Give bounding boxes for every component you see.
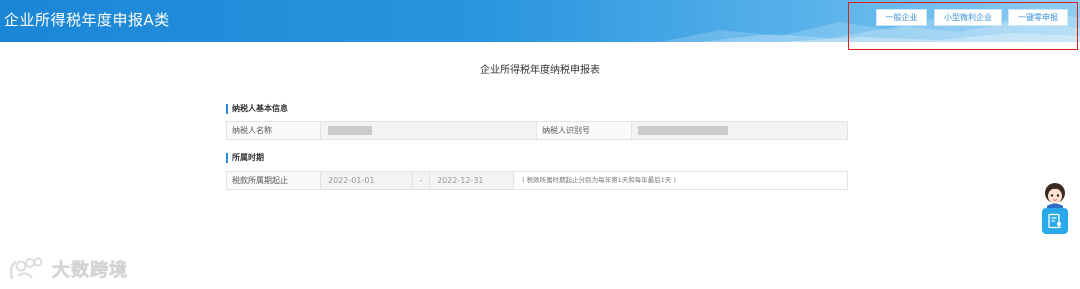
taxpayer-name-label: 纳税人名称 (227, 122, 321, 139)
taxpayer-id-label: 纳税人识别号 (537, 122, 632, 139)
date-range-separator: - (413, 172, 430, 189)
taxpayer-name-redaction (328, 126, 372, 135)
assistant-avatar-icon[interactable] (1041, 180, 1069, 208)
tax-period-hint: ( 税款所属时期起止分别为每年第1天和每年最后1天 ) (522, 176, 676, 184)
small-low-profit-enterprise-button[interactable]: 小型微利企业 (934, 9, 1002, 26)
general-enterprise-button[interactable]: 一般企业 (876, 9, 927, 26)
taxpayer-id-field[interactable] (632, 122, 847, 139)
page-title: 企业所得税年度申报A类 (4, 11, 170, 29)
section-period-heading: 所属时期 (226, 153, 264, 163)
document-user-glyph-icon (1048, 213, 1062, 229)
document-user-icon[interactable] (1042, 208, 1068, 234)
taxpayer-info-row: 纳税人名称 纳税人识别号 (226, 121, 848, 140)
period-start-date-input[interactable]: 2022-01-01 (321, 172, 413, 189)
watermark: 大数跨境 (8, 256, 128, 282)
tax-period-row: 税款所属期起止 2022-01-01 - 2022-12-31 ( 税款所属时期… (226, 171, 848, 190)
brand-logo-icon (9, 257, 43, 280)
taxpayer-name-field[interactable] (321, 122, 537, 139)
section-basic-info-heading: 纳税人基本信息 (226, 104, 288, 114)
tax-period-label: 税款所属期起止 (227, 172, 321, 189)
period-end-date-input[interactable]: 2022-12-31 (430, 172, 514, 189)
one-click-zero-declaration-button[interactable]: 一键零申报 (1008, 9, 1068, 26)
taxpayer-id-redaction (638, 126, 728, 135)
watermark-text: 大数跨境 (52, 260, 128, 282)
form-title: 企业所得税年度纳税申报表 (480, 65, 600, 76)
top-header-bar: 企业所得税年度申报A类 一般企业 小型微利企业 一键零申报 (0, 0, 1080, 42)
